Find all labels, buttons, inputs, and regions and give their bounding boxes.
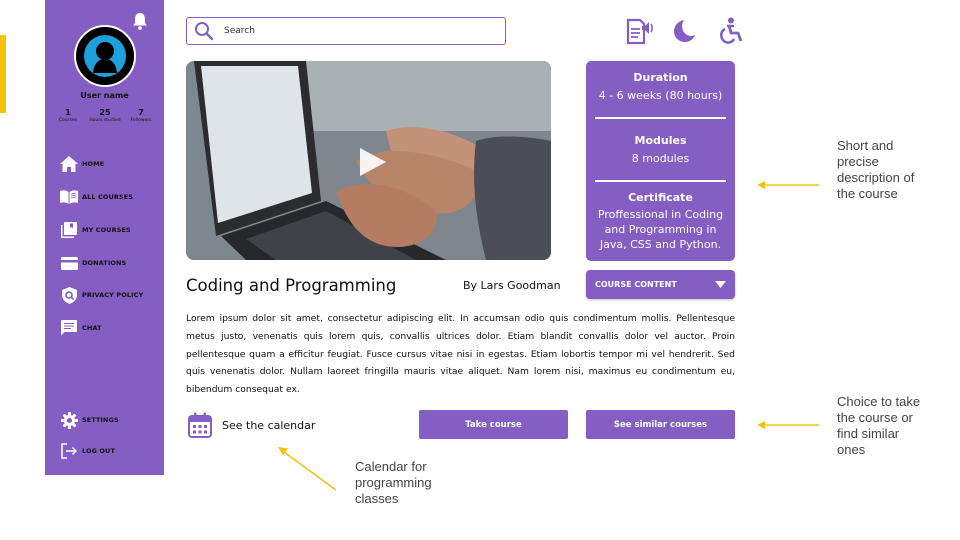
annotation-line: classes	[355, 491, 399, 506]
course-title: Coding and Programming	[186, 276, 397, 295]
sidebar-item-label: HOME	[82, 160, 105, 168]
annotation-choice: Choice to take the course or find simila…	[837, 394, 920, 458]
duration-title: Duration	[633, 71, 688, 84]
dark-mode-moon-icon[interactable]	[670, 16, 698, 46]
sidebar-item-label: LOG OUT	[82, 447, 115, 455]
play-icon[interactable]	[358, 146, 388, 178]
gear-icon	[60, 411, 78, 429]
annotation-arrow	[278, 447, 337, 491]
book-open-icon	[60, 188, 78, 206]
annotation-line: Calendar for	[355, 459, 427, 474]
annotation-line: programming	[355, 475, 432, 490]
sidebar-item-label: DONATIONS	[82, 259, 127, 267]
stat-label: Followers	[130, 118, 152, 123]
see-calendar-link[interactable]: See the calendar	[222, 419, 315, 432]
divider	[595, 180, 726, 182]
course-content-dropdown[interactable]: COURSE CONTENT	[586, 270, 735, 299]
course-author: By Lars Goodman	[463, 279, 561, 292]
sidebar-item-label: PRIVACY POLICY	[82, 291, 144, 299]
certificate-line: Java, CSS and Python.	[599, 238, 722, 251]
sidebar-item-label: CHAT	[82, 324, 102, 332]
annotation-line: the course or	[837, 410, 913, 425]
shield-icon	[60, 286, 78, 304]
annotation-line: find similar	[837, 426, 900, 441]
sidebar-item-label: ALL COURSES	[82, 193, 134, 201]
sidebar-item-privacy-policy[interactable]: PRIVACY POLICY	[60, 285, 143, 305]
annotation-info: Short and precise description of the cou…	[837, 138, 914, 202]
sidebar-item-all-courses[interactable]: ALL COURSES	[60, 187, 133, 207]
stat-value: 7	[138, 108, 144, 117]
sidebar-item-chat[interactable]: CHAT	[60, 318, 102, 338]
course-content-label: COURSE CONTENT	[595, 280, 677, 289]
stat-courses: 1 Courses	[50, 108, 86, 124]
sidebar-item-label: SETTINGS	[82, 416, 119, 424]
stat-label: Courses	[58, 118, 78, 123]
duration-value: 4 - 6 weeks (80 hours)	[598, 89, 723, 102]
certificate-line: Proffessional in Coding	[597, 208, 724, 221]
modules-title: Modules	[634, 134, 687, 147]
username: User name	[80, 91, 129, 100]
certificate-title: Certificate	[628, 191, 693, 204]
stat-hours: 25 Hours studied	[87, 108, 123, 124]
course-info-card: Duration 4 - 6 weeks (80 hours) Modules …	[586, 61, 735, 261]
modules-value: 8 modules	[631, 152, 690, 165]
bell-icon[interactable]	[132, 12, 148, 30]
library-icon	[60, 221, 78, 239]
avatar[interactable]	[74, 25, 136, 87]
accent-tab	[0, 35, 6, 113]
annotation-calendar: Calendar for programming classes	[355, 459, 432, 507]
stat-followers: 7 Followers	[123, 108, 159, 124]
search-icon[interactable]	[194, 21, 214, 41]
annotation-line: Short and	[837, 138, 894, 153]
card-icon	[60, 254, 78, 272]
sidebar-item-log-out[interactable]: LOG OUT	[60, 441, 115, 461]
chat-icon	[60, 319, 78, 337]
stat-label: Hours studied	[89, 118, 121, 123]
annotation-line: Choice to take	[837, 394, 921, 409]
calendar-icon[interactable]	[188, 412, 212, 438]
annotation-line: the course	[837, 186, 898, 201]
see-similar-courses-button[interactable]: See similar courses	[586, 410, 735, 439]
sidebar-item-donations[interactable]: DONATIONS	[60, 253, 126, 273]
stat-value: 1	[65, 108, 71, 117]
annotation-line: description of	[837, 170, 915, 185]
logout-icon	[60, 442, 78, 460]
search-bar	[186, 17, 506, 45]
certificate-line: and Programming in	[604, 223, 717, 236]
take-course-button[interactable]: Take course	[419, 410, 568, 439]
sidebar-item-my-courses[interactable]: MY COURSES	[60, 220, 131, 240]
course-description: Lorem ipsum dolor sit amet, consectetur …	[186, 313, 735, 396]
annotation-arrow	[757, 421, 819, 429]
divider	[595, 117, 726, 119]
stat-value: 25	[99, 108, 111, 117]
search-input[interactable]	[222, 25, 486, 37]
annotation-line: ones	[837, 442, 866, 457]
accessibility-icon[interactable]	[716, 16, 744, 46]
sidebar-item-home[interactable]: HOME	[60, 154, 104, 174]
text-to-speech-icon[interactable]	[626, 16, 654, 46]
sidebar-item-settings[interactable]: SETTINGS	[60, 410, 119, 430]
annotation-line: precise	[837, 154, 879, 169]
annotation-arrow	[757, 181, 819, 189]
sidebar-item-label: MY COURSES	[82, 226, 131, 234]
chevron-down-icon	[715, 281, 726, 288]
home-icon	[60, 155, 78, 173]
